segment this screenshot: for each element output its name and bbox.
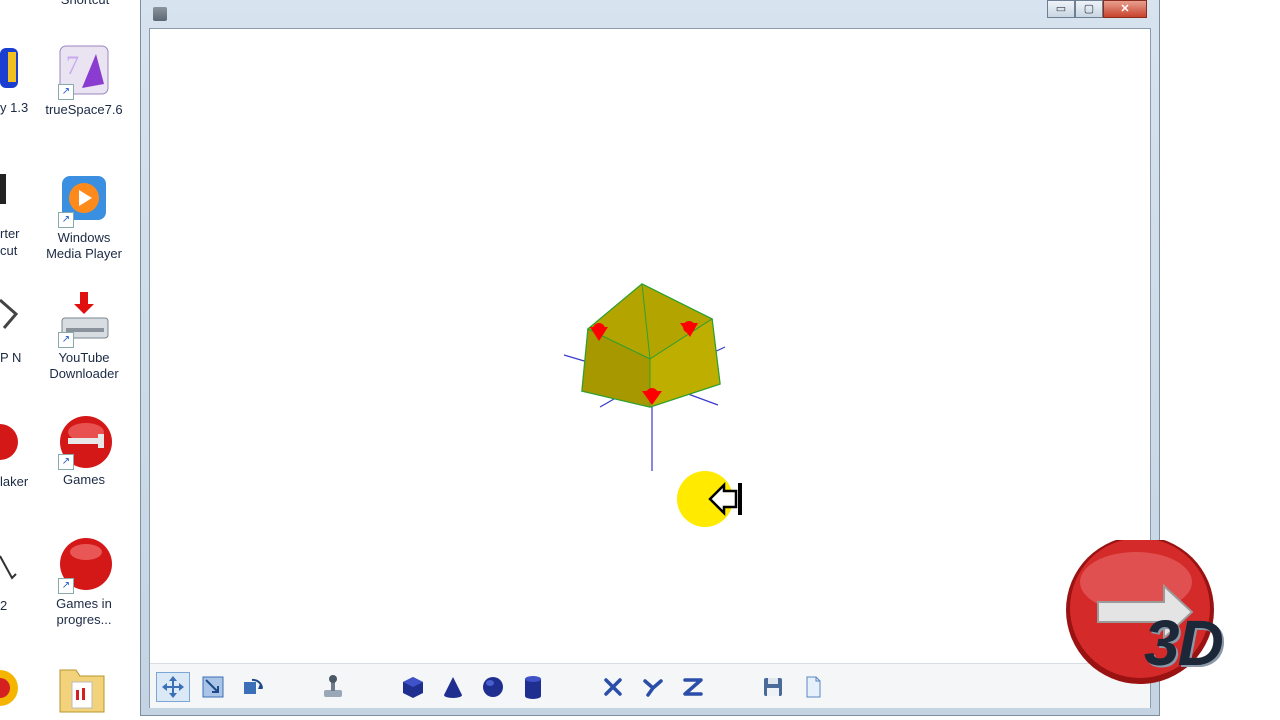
partial-label: cut	[0, 243, 18, 258]
desktop-icon-games-in-progress[interactable]: ↗ Games in progres...	[38, 538, 130, 628]
partial-icon	[0, 424, 18, 460]
desktop-icon-games[interactable]: ↗ Games	[38, 414, 130, 488]
desktop-icon-label: YouTube	[58, 350, 110, 365]
move-tool-button[interactable]	[156, 672, 190, 702]
partial-icon	[0, 555, 17, 580]
desktop-icon-truespace[interactable]: 7 ↗ trueSpace7.6	[38, 44, 130, 118]
axis-x-button[interactable]	[596, 672, 630, 702]
rotate-tool-button[interactable]	[236, 672, 270, 702]
cylinder-icon	[525, 676, 541, 699]
desktop-icon-label: Shortcut	[40, 0, 130, 8]
partial-label: P N	[0, 350, 22, 365]
desktop-icon-label: trueSpace7.6	[45, 102, 123, 117]
cursor	[677, 471, 742, 527]
document-icon	[806, 676, 821, 698]
desktop-icon-folder[interactable]	[52, 660, 112, 718]
3d-badge-logo: 3D	[1060, 536, 1250, 690]
desktop-icon-shortcut[interactable]: Shortcut	[40, 0, 130, 8]
save-button[interactable]	[756, 672, 790, 702]
desktop: Shortcut 7 ↗ trueSpace7.6 ↗ Windows Medi…	[0, 0, 140, 720]
partial-label: y 1.3	[0, 100, 29, 115]
partial-label: laker	[0, 474, 29, 489]
desktop-icon-label: progres...	[56, 612, 112, 627]
badge-text: 3D	[1144, 607, 1224, 679]
sphere-icon	[483, 677, 503, 697]
windows-media-player-icon: ↗	[56, 172, 112, 228]
app-icon[interactable]	[153, 7, 167, 21]
close-button[interactable]: ✕	[1103, 0, 1147, 18]
cone-primitive-button[interactable]	[436, 672, 470, 702]
cube-icon	[403, 677, 423, 698]
partial-icon	[0, 670, 18, 706]
new-document-button[interactable]	[796, 672, 830, 702]
desktop-icon-label: Media Player	[46, 246, 122, 261]
tool-bar	[150, 663, 1150, 708]
cone-icon	[444, 677, 462, 698]
desktop-icon-youtube-downloader[interactable]: ↗ YouTube Downloader	[38, 292, 130, 382]
youtube-downloader-icon: ↗	[56, 292, 112, 348]
y-axis-icon	[643, 679, 663, 697]
z-axis-icon	[683, 678, 703, 696]
games-in-progress-icon: ↗	[56, 538, 112, 594]
axis-y-button[interactable]	[636, 672, 670, 702]
rotate-icon	[244, 678, 263, 694]
desktop-icon-windows-media-player[interactable]: ↗ Windows Media Player	[38, 172, 130, 262]
cube-primitive-button[interactable]	[396, 672, 430, 702]
scale-tool-button[interactable]	[196, 672, 230, 702]
partial-icon	[0, 174, 6, 204]
title-bar[interactable]: ▭ ▢ ✕	[141, 0, 1159, 28]
app-window: ▭ ▢ ✕	[140, 0, 1160, 716]
partial-icon	[0, 298, 19, 329]
desktop-icon-label: Games	[63, 472, 105, 487]
client-area	[149, 28, 1151, 708]
render-tool-button[interactable]	[316, 672, 350, 702]
viewport-canvas[interactable]	[150, 29, 1150, 661]
sphere-primitive-button[interactable]	[476, 672, 510, 702]
minimize-button[interactable]: ▭	[1047, 0, 1075, 18]
svg-text:7: 7	[66, 51, 79, 80]
cylinder-primitive-button[interactable]	[516, 672, 550, 702]
truespace-icon: 7 ↗	[56, 44, 112, 100]
save-icon	[764, 678, 782, 696]
x-axis-icon	[604, 678, 622, 696]
desktop-icon-label: Games in	[56, 596, 112, 611]
maximize-button[interactable]: ▢	[1075, 0, 1103, 18]
joystick-icon	[324, 675, 342, 697]
partial-label: rter	[0, 226, 20, 241]
move-arrows-icon	[162, 676, 184, 698]
desktop-icon-label: Downloader	[49, 366, 119, 381]
desktop-icon-label: Windows	[57, 230, 111, 245]
window-controls: ▭ ▢ ✕	[1047, 0, 1147, 18]
3d-viewport[interactable]	[150, 29, 1150, 661]
partial-label: 2	[0, 598, 8, 613]
scale-icon	[202, 676, 224, 698]
games-folder-icon: ↗	[56, 414, 112, 470]
folder-icon	[54, 660, 110, 716]
axis-z-button[interactable]	[676, 672, 710, 702]
partial-icon	[0, 48, 18, 88]
